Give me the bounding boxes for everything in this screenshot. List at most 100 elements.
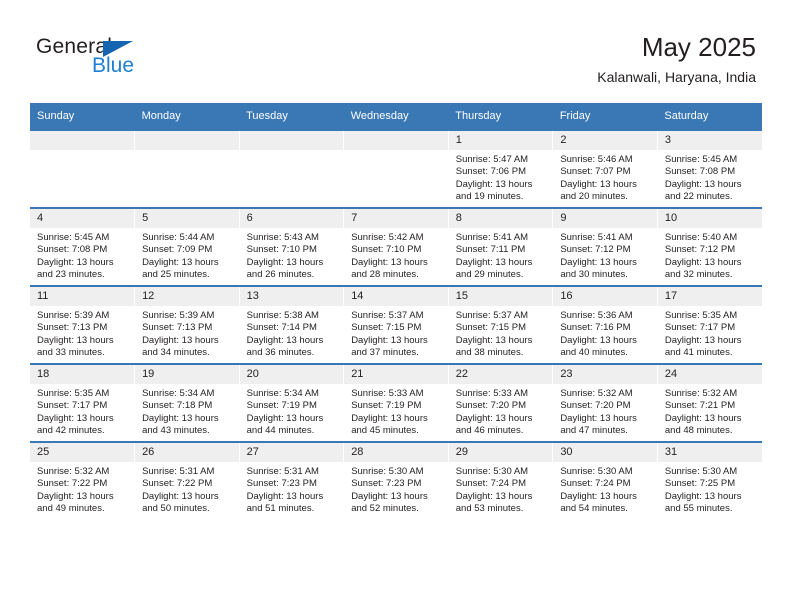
daylight-text-line1: Daylight: 13 hours xyxy=(664,256,742,268)
calendar-day-cell[interactable]: 2 Sunrise: 5:46 AM Sunset: 7:07 PM Daylight… xyxy=(552,129,658,208)
general-blue-logo[interactable]: General Blue xyxy=(36,36,216,84)
daylight-text-line2: and 50 minutes. xyxy=(142,503,210,515)
calendar-day-cell[interactable]: 9 Sunrise: 5:41 AM Sunset: 7:12 PM Daylight… xyxy=(552,207,658,286)
sunrise-text: Sunrise: 5:33 AM xyxy=(455,388,529,399)
daylight-text-line1: Daylight: 13 hours xyxy=(246,412,324,424)
calendar-cell-empty xyxy=(30,129,136,208)
calendar-day-cell[interactable]: 7 Sunrise: 5:42 AM Sunset: 7:10 PM Daylight… xyxy=(343,207,449,286)
page-header: General Blue May 2025 Kalanwali, Haryana… xyxy=(0,0,792,103)
sunrise-text: Sunrise: 5:35 AM xyxy=(664,310,738,321)
day-number: 6 xyxy=(239,209,344,228)
calendar-day-cell[interactable]: 10 Sunrise: 5:40 AM Sunset: 7:12 PM Dayligh… xyxy=(657,207,762,286)
calendar-day-cell[interactable]: 6 Sunrise: 5:43 AM Sunset: 7:10 PM Daylight… xyxy=(239,207,345,286)
daylight-text-line1: Daylight: 13 hours xyxy=(455,334,533,346)
calendar-day-cell[interactable]: 29 Sunrise: 5:30 AM Sunset: 7:24 PM Dayligh… xyxy=(448,441,554,519)
day-details: Sunrise: 5:45 AM Sunset: 7:08 PM Daylight:… xyxy=(30,228,134,282)
sunset-text: Sunset: 7:25 PM xyxy=(664,478,736,490)
calendar-day-cell[interactable]: 4 Sunrise: 5:45 AM Sunset: 7:08 PM Daylight… xyxy=(30,207,136,286)
daylight-text-line1: Daylight: 13 hours xyxy=(560,256,637,268)
daylight-text-line2: and 45 minutes. xyxy=(351,425,419,437)
day-details: Sunrise: 5:33 AM Sunset: 7:20 PM Daylight:… xyxy=(449,384,553,438)
calendar-page: General Blue May 2025 Kalanwali, Haryana… xyxy=(0,0,792,612)
sunrise-text: Sunrise: 5:36 AM xyxy=(560,310,633,321)
sunrise-text: Sunrise: 5:34 AM xyxy=(142,388,215,399)
calendar-day-cell[interactable]: 26 Sunrise: 5:31 AM Sunset: 7:22 PM Dayligh… xyxy=(134,441,240,519)
sunset-text: Sunset: 7:12 PM xyxy=(664,244,736,256)
daylight-text-line2: and 25 minutes. xyxy=(142,269,210,281)
calendar-day-cell[interactable]: 21 Sunrise: 5:33 AM Sunset: 7:19 PM Dayligh… xyxy=(343,363,449,442)
day-details: Sunrise: 5:40 AM Sunset: 7:12 PM Daylight:… xyxy=(658,228,762,282)
day-details: Sunrise: 5:45 AM Sunset: 7:08 PM Daylight:… xyxy=(658,150,762,204)
calendar-day-cell[interactable]: 18 Sunrise: 5:35 AM Sunset: 7:17 PM Dayligh… xyxy=(30,363,136,442)
sunset-text: Sunset: 7:21 PM xyxy=(664,400,736,412)
sunrise-text: Sunrise: 5:33 AM xyxy=(351,388,424,399)
page-title: May 2025 xyxy=(641,32,756,62)
sunset-text: Sunset: 7:09 PM xyxy=(142,244,213,256)
day-number: 22 xyxy=(448,365,553,384)
daylight-text-line1: Daylight: 13 hours xyxy=(351,412,428,424)
logo-text-blue: Blue xyxy=(92,54,135,77)
sunset-text: Sunset: 7:13 PM xyxy=(37,322,108,334)
calendar-day-cell[interactable]: 11 Sunrise: 5:39 AM Sunset: 7:13 PM Dayligh… xyxy=(30,285,136,364)
sunrise-text: Sunrise: 5:32 AM xyxy=(664,388,738,399)
daylight-text-line1: Daylight: 13 hours xyxy=(664,178,742,190)
day-details: Sunrise: 5:31 AM Sunset: 7:22 PM Daylight:… xyxy=(135,462,239,516)
weekday-header-wednesday: Wednesday xyxy=(343,103,449,130)
sunset-text: Sunset: 7:24 PM xyxy=(455,478,526,490)
daylight-text-line1: Daylight: 13 hours xyxy=(142,412,219,424)
day-details: Sunrise: 5:37 AM Sunset: 7:15 PM Daylight:… xyxy=(449,306,553,360)
day-details: Sunrise: 5:41 AM Sunset: 7:11 PM Daylight:… xyxy=(449,228,553,282)
daylight-text-line1: Daylight: 13 hours xyxy=(246,490,324,502)
calendar-day-cell[interactable]: 12 Sunrise: 5:39 AM Sunset: 7:13 PM Dayligh… xyxy=(134,285,240,364)
daylight-text-line2: and 23 minutes. xyxy=(37,269,105,281)
sunrise-text: Sunrise: 5:30 AM xyxy=(455,466,529,477)
sunrise-text: Sunrise: 5:35 AM xyxy=(37,388,110,399)
sunset-text: Sunset: 7:15 PM xyxy=(455,322,526,334)
calendar-day-cell[interactable]: 20 Sunrise: 5:34 AM Sunset: 7:19 PM Dayligh… xyxy=(239,363,345,442)
day-details: Sunrise: 5:39 AM Sunset: 7:13 PM Daylight:… xyxy=(135,306,239,360)
calendar-day-cell[interactable]: 16 Sunrise: 5:36 AM Sunset: 7:16 PM Dayligh… xyxy=(552,285,658,364)
calendar-day-cell[interactable]: 15 Sunrise: 5:37 AM Sunset: 7:15 PM Dayligh… xyxy=(448,285,554,364)
calendar-day-cell[interactable]: 17 Sunrise: 5:35 AM Sunset: 7:17 PM Dayligh… xyxy=(657,285,762,364)
daylight-text-line1: Daylight: 13 hours xyxy=(246,334,324,346)
weekday-header-sunday: Sunday xyxy=(30,103,135,130)
sunrise-text: Sunrise: 5:37 AM xyxy=(455,310,529,321)
calendar-day-cell[interactable]: 30 Sunrise: 5:30 AM Sunset: 7:24 PM Dayligh… xyxy=(552,441,658,519)
sunrise-text: Sunrise: 5:30 AM xyxy=(560,466,633,477)
calendar-day-cell[interactable]: 5 Sunrise: 5:44 AM Sunset: 7:09 PM Daylight… xyxy=(134,207,240,286)
calendar-day-cell[interactable]: 3 Sunrise: 5:45 AM Sunset: 7:08 PM Daylight… xyxy=(657,129,762,208)
calendar-day-cell[interactable]: 31 Sunrise: 5:30 AM Sunset: 7:25 PM Dayligh… xyxy=(657,441,762,519)
calendar-day-cell[interactable]: 13 Sunrise: 5:38 AM Sunset: 7:14 PM Dayligh… xyxy=(239,285,345,364)
calendar-day-cell[interactable]: 27 Sunrise: 5:31 AM Sunset: 7:23 PM Dayligh… xyxy=(239,441,345,519)
sunset-text: Sunset: 7:15 PM xyxy=(351,322,422,334)
day-details: Sunrise: 5:30 AM Sunset: 7:24 PM Daylight:… xyxy=(553,462,657,516)
day-number: 24 xyxy=(657,365,762,384)
day-number: 10 xyxy=(657,209,762,228)
day-number: 3 xyxy=(657,131,762,150)
daylight-text-line1: Daylight: 13 hours xyxy=(560,412,637,424)
sunset-text: Sunset: 7:06 PM xyxy=(455,166,526,178)
daylight-text-line1: Daylight: 13 hours xyxy=(142,490,219,502)
sunrise-text: Sunrise: 5:34 AM xyxy=(246,388,319,399)
calendar-day-cell[interactable]: 22 Sunrise: 5:33 AM Sunset: 7:20 PM Dayligh… xyxy=(448,363,554,442)
day-number: 23 xyxy=(553,365,657,384)
calendar-day-cell[interactable]: 25 Sunrise: 5:32 AM Sunset: 7:22 PM Dayligh… xyxy=(30,441,136,519)
day-number: 4 xyxy=(30,209,135,228)
sunrise-text: Sunrise: 5:30 AM xyxy=(664,466,738,477)
calendar-day-cell[interactable]: 8 Sunrise: 5:41 AM Sunset: 7:11 PM Daylight… xyxy=(448,207,554,286)
calendar-day-cell[interactable]: 1 Sunrise: 5:47 AM Sunset: 7:06 PM Daylight… xyxy=(448,129,554,208)
calendar-day-cell[interactable]: 23 Sunrise: 5:32 AM Sunset: 7:20 PM Dayligh… xyxy=(552,363,658,442)
day-number: 31 xyxy=(657,443,762,462)
sunrise-text: Sunrise: 5:32 AM xyxy=(37,466,110,477)
day-details: Sunrise: 5:32 AM Sunset: 7:22 PM Daylight:… xyxy=(30,462,134,516)
calendar-day-cell[interactable]: 19 Sunrise: 5:34 AM Sunset: 7:18 PM Dayligh… xyxy=(134,363,240,442)
calendar-day-cell[interactable]: 28 Sunrise: 5:30 AM Sunset: 7:23 PM Dayligh… xyxy=(343,441,449,519)
daylight-text-line1: Daylight: 13 hours xyxy=(455,412,533,424)
calendar-day-cell[interactable]: 14 Sunrise: 5:37 AM Sunset: 7:15 PM Dayligh… xyxy=(343,285,449,364)
daylight-text-line2: and 30 minutes. xyxy=(560,269,628,281)
calendar-day-cell[interactable]: 24 Sunrise: 5:32 AM Sunset: 7:21 PM Dayligh… xyxy=(657,363,762,442)
daylight-text-line2: and 43 minutes. xyxy=(142,425,210,437)
day-number: 9 xyxy=(553,209,657,228)
sunset-text: Sunset: 7:20 PM xyxy=(560,400,631,412)
sunrise-text: Sunrise: 5:37 AM xyxy=(351,310,424,321)
